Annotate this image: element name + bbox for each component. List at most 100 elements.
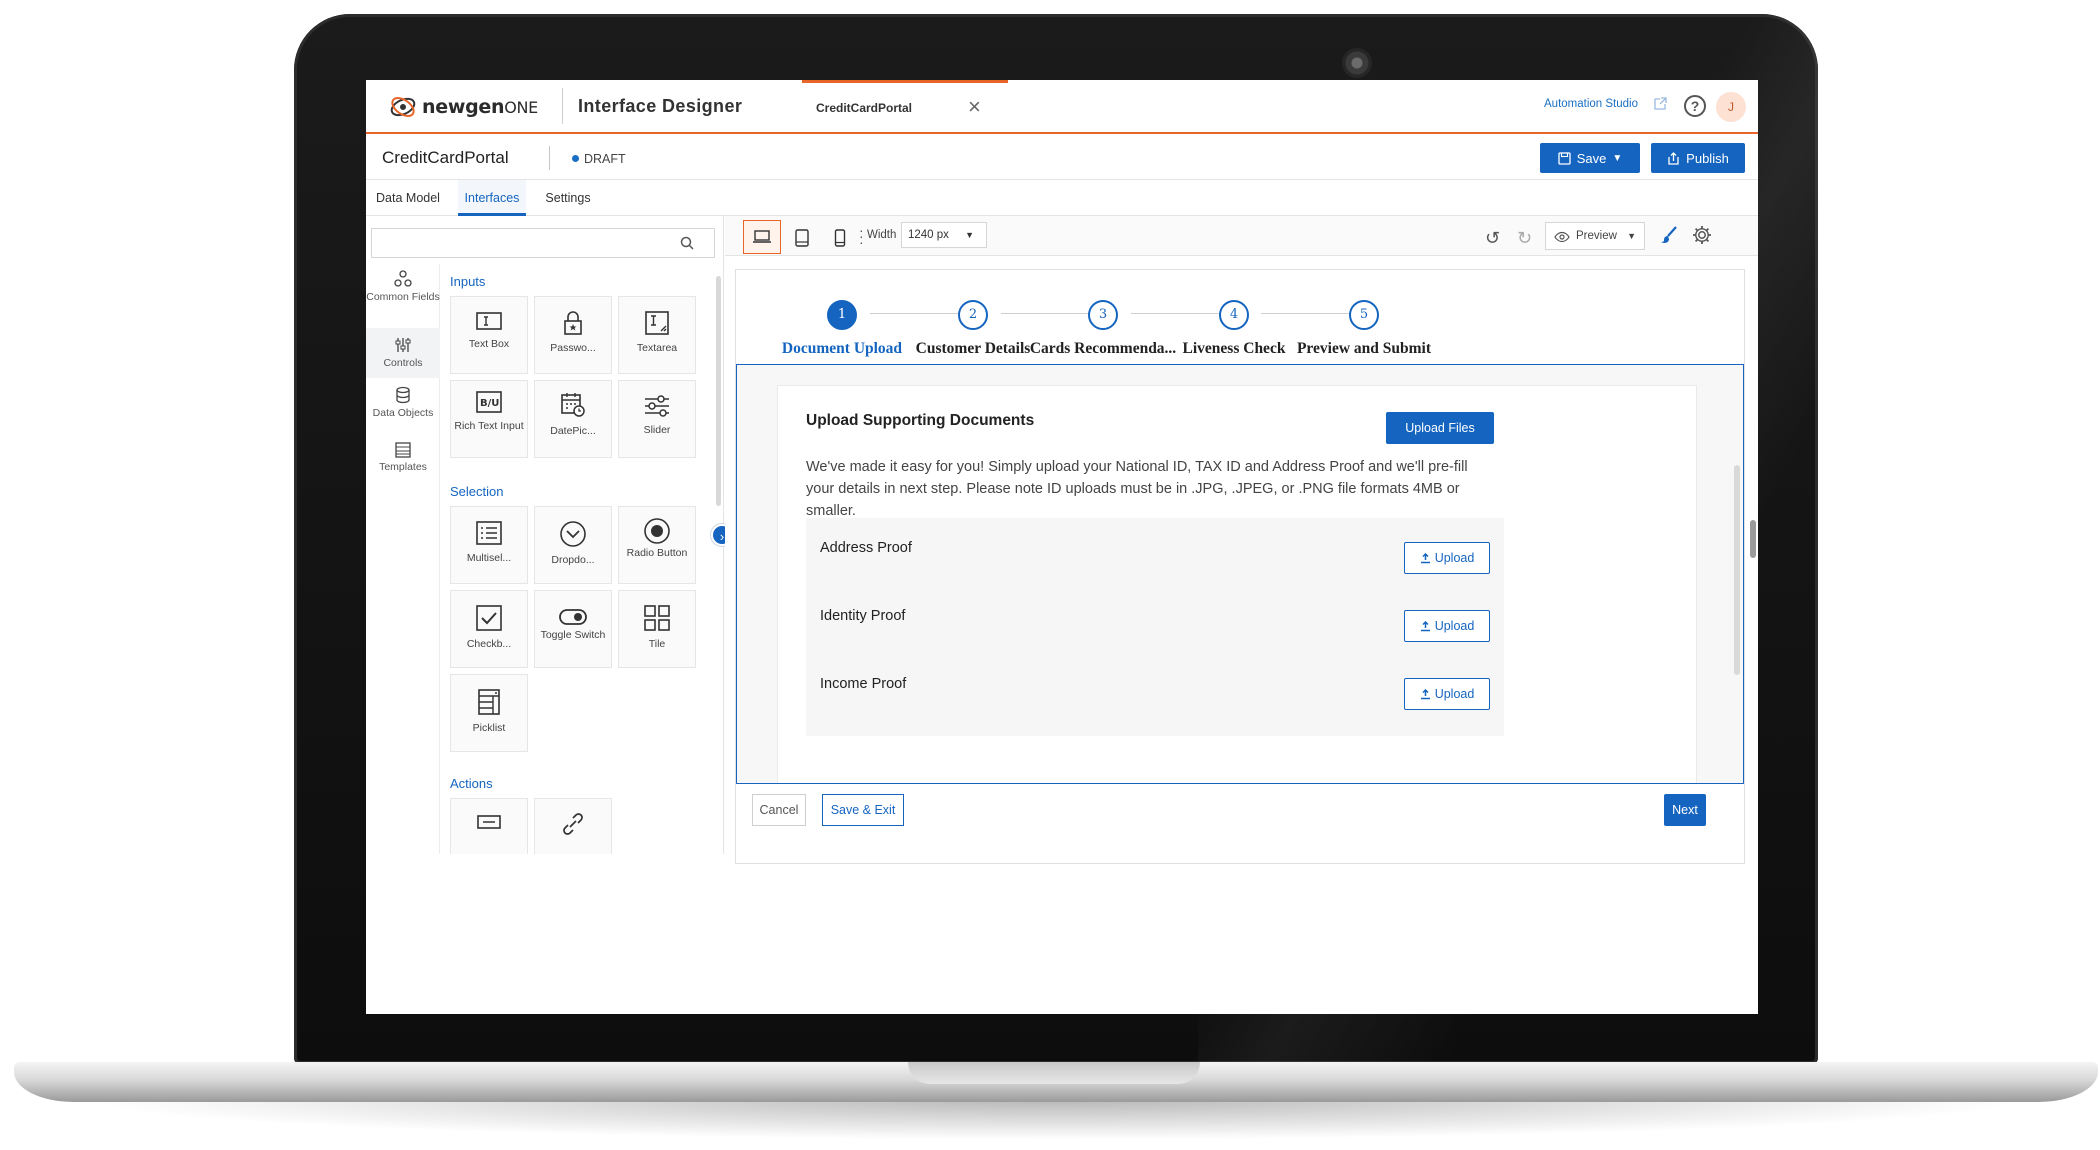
category-label: Templates (379, 461, 427, 473)
tab-settings[interactable]: Settings (536, 180, 600, 216)
device-tablet-button[interactable] (783, 220, 821, 254)
upload-icon (1420, 620, 1430, 632)
database-icon (396, 386, 410, 404)
category-controls[interactable]: Controls (366, 328, 440, 378)
user-avatar[interactable]: J (1716, 92, 1746, 122)
external-link-icon[interactable] (1652, 96, 1668, 112)
upload-button-label: Upload (1434, 619, 1475, 633)
chevron-down-icon: ▼ (1612, 152, 1623, 164)
component-toggle-switch[interactable]: Toggle Switch (534, 590, 612, 668)
category-label: Common Fields (366, 291, 440, 303)
component-slider[interactable]: Slider (618, 380, 696, 458)
save-exit-button[interactable]: Save & Exit (822, 794, 904, 826)
help-icon[interactable]: ? (1684, 95, 1706, 117)
redo-icon[interactable]: ↻ (1517, 228, 1532, 249)
component-multiselect[interactable]: Multisel... (450, 506, 528, 584)
upload-button[interactable]: Upload (1404, 542, 1490, 574)
stepper: 1 Document Upload 2 Customer Details 3 C… (736, 280, 1746, 360)
component-tile[interactable]: Tile (618, 590, 696, 668)
toggle-switch-icon (559, 609, 587, 625)
automation-studio-link[interactable]: Automation Studio (1544, 98, 1638, 110)
form-preview-frame: 1 Document Upload 2 Customer Details 3 C… (735, 269, 1745, 864)
category-data-objects[interactable]: Data Objects (366, 386, 440, 436)
laptop-shadow (80, 1100, 2030, 1140)
tab-interfaces[interactable]: Interfaces (458, 180, 526, 216)
common-fields-icon (394, 270, 412, 287)
form-scrollbar[interactable] (1734, 465, 1740, 675)
component-label: Rich Text Input (454, 420, 524, 432)
document-label: Income Proof (820, 676, 907, 692)
step-4-circle[interactable]: 4 (1219, 300, 1249, 330)
step-5-circle[interactable]: 5 (1349, 300, 1379, 330)
kebab-menu-icon[interactable]: · · · (859, 223, 864, 249)
canvas-toolbar: · · · Width 1240 px ▼ ↺ ↻ Preview ▼ (725, 216, 1758, 256)
radio-button-icon (644, 518, 670, 544)
document-label: Identity Proof (820, 608, 906, 624)
component-label: Passwo... (550, 342, 596, 354)
component-picklist[interactable]: Picklist (450, 674, 528, 752)
category-common-fields[interactable]: Common Fields (366, 270, 440, 320)
component-link[interactable] (534, 798, 612, 854)
form-footer: Cancel Save & Exit Next (736, 790, 1746, 830)
gear-icon[interactable] (1691, 224, 1713, 246)
step-5-label[interactable]: Preview and Submit (1274, 340, 1454, 358)
upload-icon (1420, 552, 1430, 564)
cancel-button[interactable]: Cancel (752, 794, 806, 826)
dropdown-icon (560, 521, 586, 547)
component-text-box[interactable]: Text Box (450, 296, 528, 374)
preview-select[interactable]: Preview ▼ (1545, 222, 1645, 250)
component-radio-button[interactable]: Radio Button (618, 506, 696, 584)
step-2-circle[interactable]: 2 (958, 300, 988, 330)
designer-tabs: Data Model Interfaces Settings (366, 180, 1758, 216)
upload-button[interactable]: Upload (1404, 678, 1490, 710)
upload-files-button[interactable]: Upload Files (1386, 412, 1494, 444)
search-icon[interactable] (680, 236, 694, 250)
palette-scrollbar[interactable] (716, 276, 721, 506)
component-button[interactable] (450, 798, 528, 854)
component-label: DatePic... (550, 425, 596, 437)
password-icon (564, 311, 582, 335)
component-date-picker[interactable]: DatePic... (534, 380, 612, 458)
component-label: Textarea (636, 342, 678, 354)
device-desktop-button[interactable] (743, 220, 781, 254)
category-rail: Common Fields Controls Data Objects Temp… (366, 264, 440, 854)
newgen-logo[interactable]: newgenONE (388, 92, 538, 122)
preview-label: Preview (1576, 230, 1617, 242)
canvas-scrollbar[interactable] (1750, 520, 1756, 558)
save-button-label: Save (1576, 150, 1607, 166)
eye-icon (1554, 231, 1570, 243)
component-textarea[interactable]: Textarea (618, 296, 696, 374)
component-checkbox[interactable]: Checkb... (450, 590, 528, 668)
close-tab-icon[interactable]: × (968, 94, 981, 120)
step-1-circle[interactable]: 1 (827, 300, 857, 330)
open-document-tab-label[interactable]: CreditCardPortal (816, 101, 912, 115)
category-templates[interactable]: Templates (366, 442, 440, 482)
step-3-circle[interactable]: 3 (1088, 300, 1118, 330)
publish-button[interactable]: Publish (1651, 143, 1745, 173)
header-divider (562, 88, 563, 124)
form-title: Upload Supporting Documents (806, 412, 1035, 429)
save-button[interactable]: Save ▼ (1540, 143, 1640, 173)
device-mobile-button[interactable] (821, 220, 859, 254)
button-icon (477, 815, 501, 829)
component-dropdown[interactable]: Dropdo... (534, 506, 612, 584)
component-label: Slider (643, 424, 671, 436)
upload-button[interactable]: Upload (1404, 610, 1490, 642)
tile-icon (644, 605, 670, 631)
undo-icon[interactable]: ↺ (1485, 228, 1500, 249)
component-label: Radio Button (626, 547, 688, 559)
multiselect-icon (476, 521, 502, 545)
tab-data-model[interactable]: Data Model (370, 180, 446, 216)
component-password[interactable]: Passwo... (534, 296, 612, 374)
picklist-icon (478, 689, 500, 715)
textarea-icon (645, 311, 669, 335)
upload-icon (1420, 688, 1430, 700)
width-select[interactable]: 1240 px ▼ (901, 222, 987, 248)
chevron-down-icon: ▼ (1627, 231, 1636, 241)
upload-button-label: Upload (1434, 551, 1475, 565)
checkbox-icon (476, 605, 502, 631)
next-button[interactable]: Next (1664, 794, 1706, 826)
component-search-input[interactable] (371, 228, 715, 258)
paint-brush-icon[interactable] (1659, 225, 1679, 245)
component-rich-text-input[interactable]: B/U Rich Text Input (450, 380, 528, 458)
